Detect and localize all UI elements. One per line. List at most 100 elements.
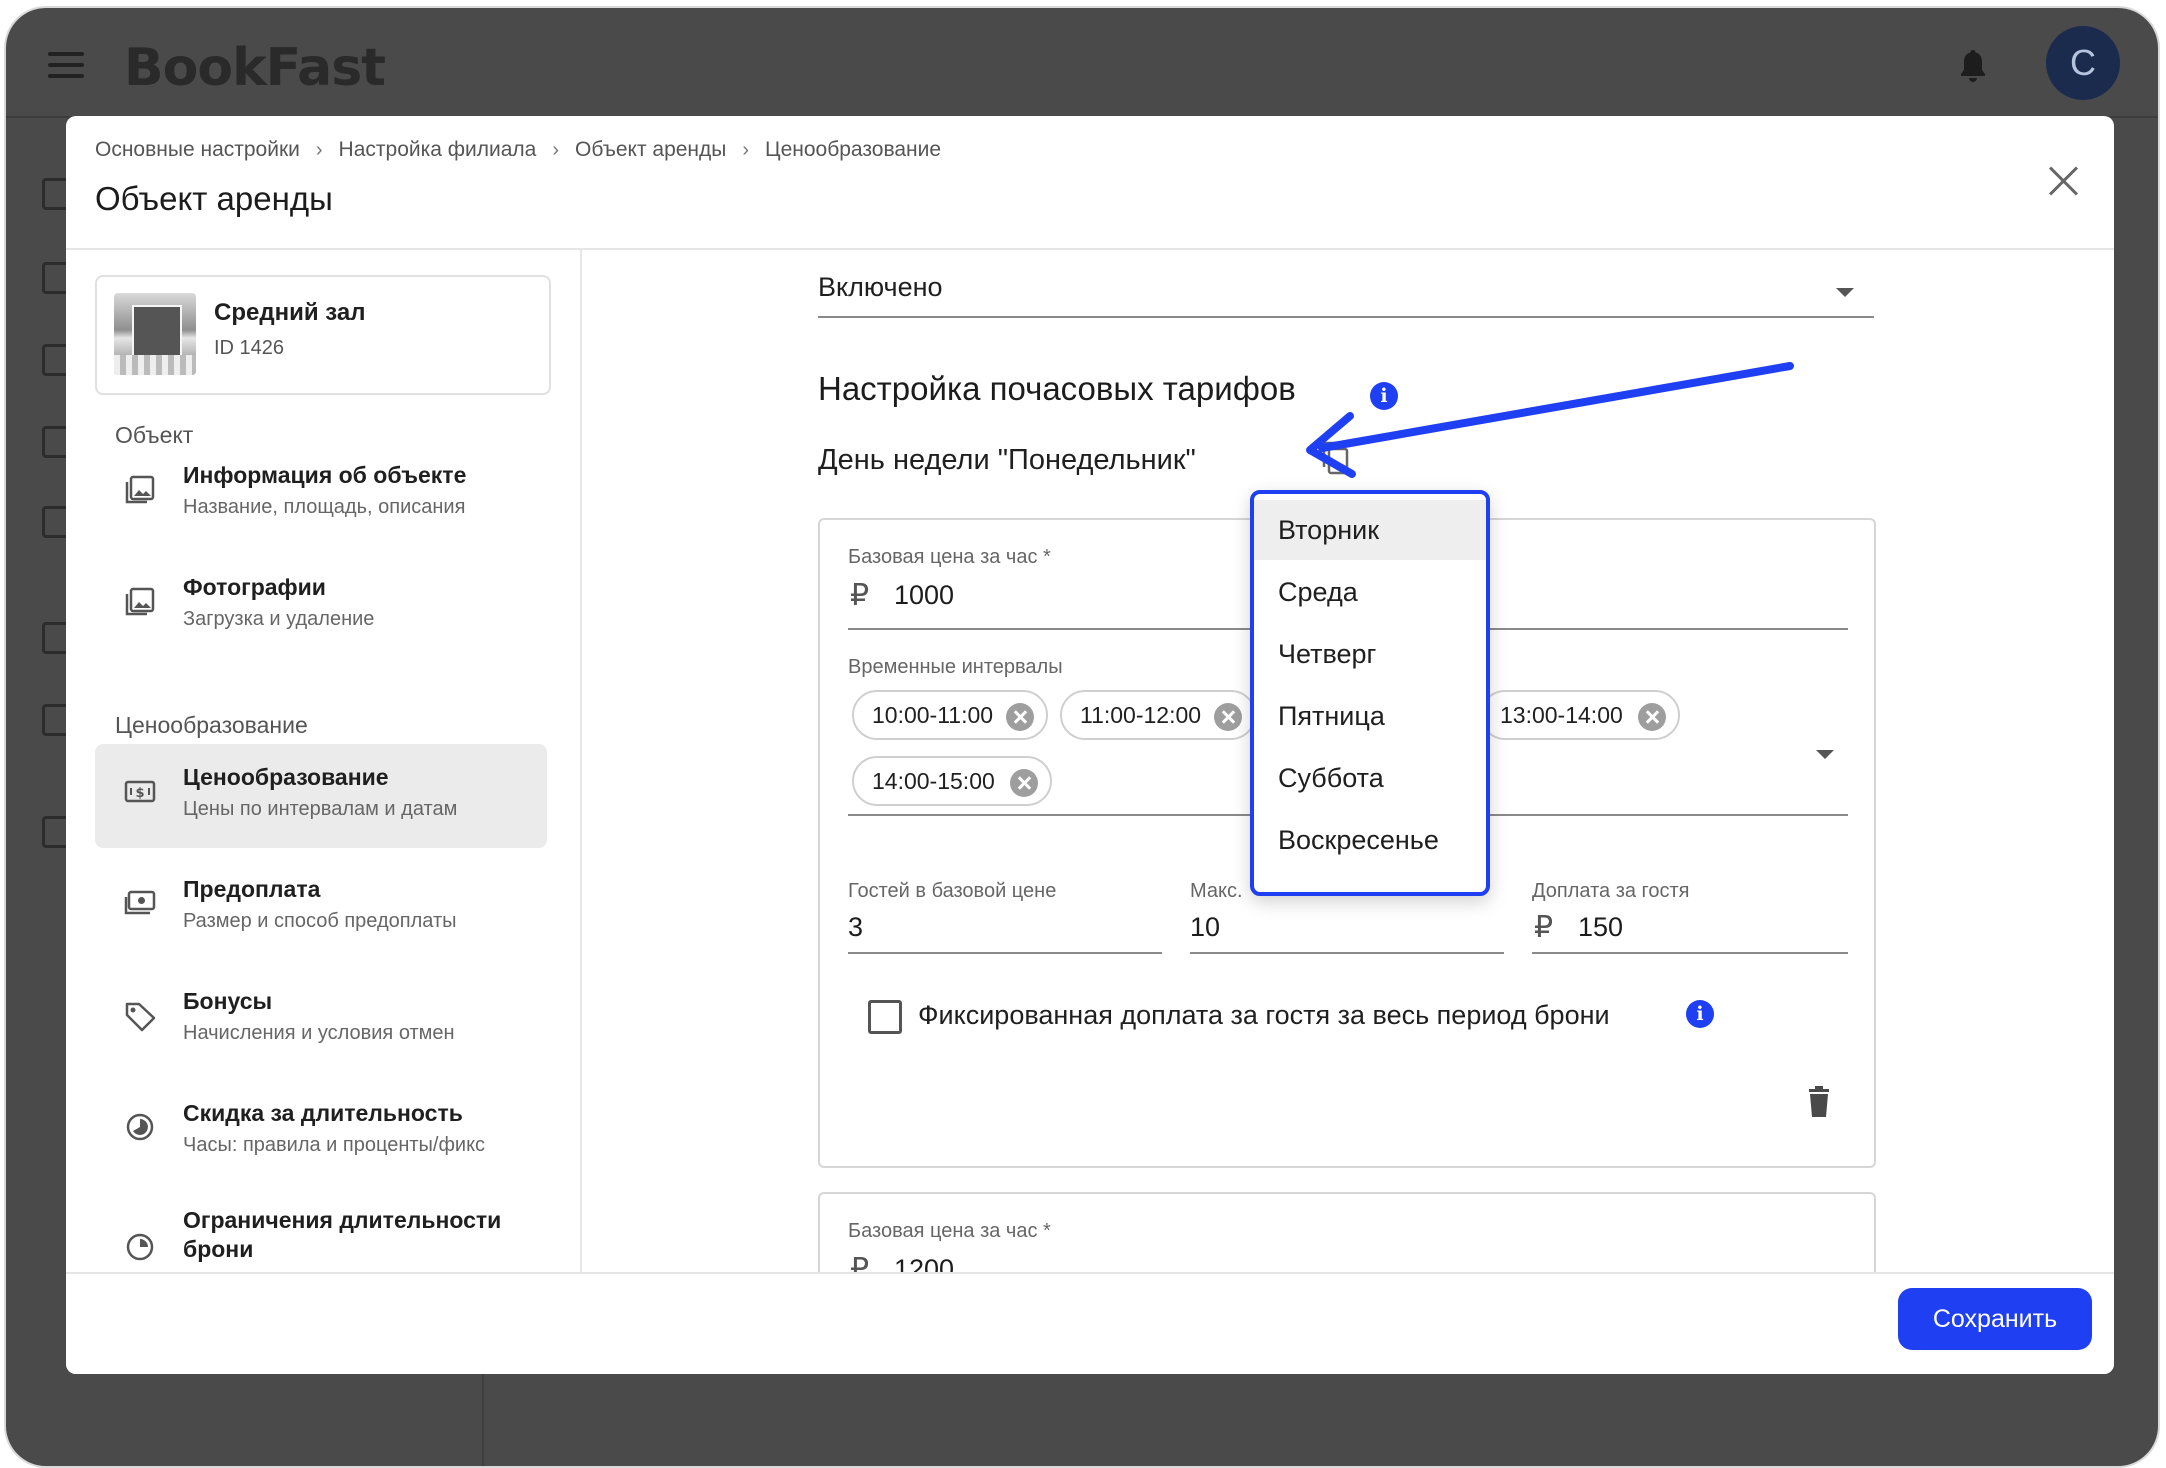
interval-chip[interactable]: 14:00-15:00 [852,756,1052,806]
nav-item-duration-limits[interactable]: Ограничения длительности брони [95,1192,547,1272]
surcharge-underline [1532,952,1848,954]
chevron-down-icon[interactable] [1816,750,1834,759]
nav-item-title: Бонусы [183,988,273,1014]
interval-chip[interactable]: 11:00-12:00 [1060,690,1256,740]
app-logo: BookFast [124,38,386,98]
page-title: Объект аренды [95,180,333,217]
image-icon [125,475,155,504]
base-price-input[interactable]: 1200 [894,1254,954,1272]
ruble-icon: ₽ [1534,911,1554,944]
menu-item-day[interactable]: Пятница [1254,686,1486,746]
nav-item-bonuses[interactable]: Бонусы Начисления и условия отмен [95,968,547,1072]
nav-item-subtitle: Размер и способ предоплаты [183,910,457,932]
info-icon[interactable]: i [1370,382,1398,410]
avatar[interactable]: C [2046,26,2120,100]
nav-item-prepayment[interactable]: Предоплата Размер и способ предоплаты [95,856,547,960]
interval-chip[interactable]: 13:00-14:00 [1480,690,1680,740]
max-guests-underline [1190,952,1504,954]
base-price-label: Базовая цена за час * [848,546,1051,568]
menu-item-day[interactable]: Воскресенье [1254,810,1486,870]
app-topbar: BookFast C [6,8,2158,118]
save-button[interactable]: Сохранить [1898,1288,2092,1350]
clock-icon [126,1233,154,1261]
copy-to-day-menu: Вторник Среда Четверг Пятница Суббота Во… [1250,490,1490,896]
nav-item-pricing[interactable]: $ Ценообразование Цены по интервалам и д… [95,744,547,848]
status-select-value: Включено [818,272,943,302]
base-price-label: Базовая цена за час * [848,1220,1051,1242]
section-title: Настройка почасовых тарифов [818,370,1296,407]
object-modal: Основные настройки › Настройка филиала › О… [66,116,2114,1374]
fixed-surcharge-checkbox[interactable] [868,1000,902,1034]
menu-item-day[interactable]: Четверг [1254,624,1486,684]
clock-icon [126,1113,154,1141]
day-label: День недели "Понедельник" [818,444,1196,476]
object-thumbnail [114,293,196,375]
fixed-surcharge-label: Фиксированная доплата за гостя за весь п… [918,1000,1610,1030]
guests-input[interactable]: 3 [848,912,863,943]
nav-item-title: Скидка за длительность [183,1100,463,1126]
nav-item-title: Фотографии [183,574,326,600]
money-icon [124,890,156,915]
object-card: Средний зал ID 1426 [95,275,551,395]
surcharge-input[interactable]: 150 [1578,912,1623,943]
intervals-label: Временные интервалы [848,656,1063,678]
breadcrumb-item[interactable]: Настройка филиала [339,138,537,162]
max-guests-input[interactable]: 10 [1190,912,1220,943]
remove-chip-icon[interactable] [1638,703,1666,731]
interval-chip[interactable]: 10:00-11:00 [852,690,1048,740]
svg-text:$: $ [135,786,144,801]
nav-section-pricing: Ценообразование [115,712,308,738]
breadcrumb: Основные настройки › Настройка филиала › О… [95,138,941,162]
trash-icon[interactable] [1806,1086,1832,1118]
menu-item-day[interactable]: Вторник [1254,500,1486,560]
modal-header: Основные настройки › Настройка филиала › О… [66,116,2114,250]
nav-item-title: Предоплата [183,876,321,902]
guests-underline [848,952,1162,954]
object-name: Средний зал [214,299,366,326]
remove-chip-icon[interactable] [1214,703,1242,731]
ruble-icon: ₽ [850,579,870,612]
device-frame: BookFast C Основные настройки › Настройка… [6,8,2158,1466]
breadcrumb-item[interactable]: Ценообразование [765,138,941,162]
menu-item-day[interactable]: Среда [1254,562,1486,622]
interval-chip-label: 13:00-14:00 [1500,701,1623,728]
max-guests-label: Макс. [1190,880,1243,902]
nav-item-object-info[interactable]: Информация об объекте Название, площадь,… [95,442,547,546]
info-icon[interactable]: i [1686,1000,1714,1028]
nav-item-title: Ценообразование [183,764,389,790]
nav-item-title: Ограничения длительности брони [183,1207,502,1262]
interval-chip-label: 11:00-12:00 [1080,701,1202,728]
nav-item-subtitle: Начисления и условия отмен [183,1022,455,1044]
tag-icon [125,1002,156,1032]
chevron-right-icon: › [315,138,323,161]
tariff-card: Базовая цена за час * ₽ 1200 [818,1192,1876,1272]
remove-chip-icon[interactable] [1006,703,1034,731]
nav-item-subtitle: Цены по интервалам и датам [183,798,458,820]
remove-chip-icon[interactable] [1010,769,1038,797]
breadcrumb-item[interactable]: Основные настройки [95,138,300,162]
chevron-down-icon [1836,288,1854,297]
nav-item-duration-discount[interactable]: Скидка за длительность Часы: правила и п… [95,1080,547,1184]
nav-item-photos[interactable]: Фотографии Загрузка и удаление [95,554,547,658]
status-select[interactable]: Включено [818,262,1874,318]
price-tag-icon: $ [124,780,156,803]
chevron-right-icon: › [552,138,560,161]
base-price-input[interactable]: 1000 [894,580,954,611]
object-nav: Средний зал ID 1426 Объект Информация об… [66,250,582,1272]
nav-item-subtitle: Часы: правила и проценты/фикс [183,1134,486,1156]
guests-label: Гостей в базовой цене [848,880,1057,902]
image-icon [125,587,155,616]
nav-item-subtitle: Загрузка и удаление [183,608,375,630]
interval-chip-label: 10:00-11:00 [872,701,994,728]
modal-footer: Сохранить [66,1272,2114,1374]
nav-item-subtitle: Название, площадь, описания [183,496,466,518]
bell-icon[interactable] [1958,48,1988,82]
nav-item-title: Информация об объекте [183,462,467,488]
object-id: ID 1426 [214,337,285,359]
breadcrumb-item[interactable]: Объект аренды [575,138,726,162]
close-icon[interactable] [2046,164,2080,198]
menu-collapse-icon[interactable] [48,52,84,80]
copy-icon[interactable] [1320,440,1350,476]
menu-item-day[interactable]: Суббота [1254,748,1486,808]
chevron-right-icon: › [742,138,750,161]
